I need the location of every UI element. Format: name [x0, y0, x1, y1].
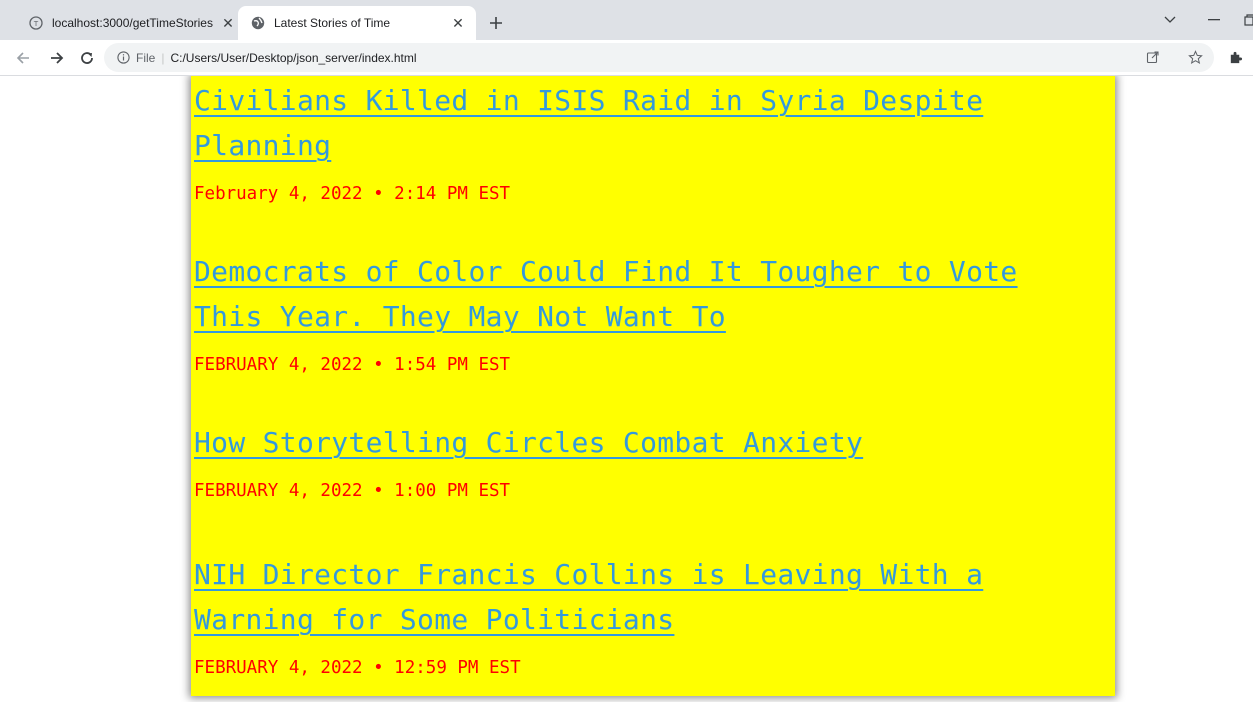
- story-title-link[interactable]: How Storytelling Circles Combat Anxiety: [194, 420, 1074, 465]
- globe-icon: [250, 15, 266, 31]
- info-icon[interactable]: [116, 51, 130, 65]
- chevron-down-icon: [1164, 16, 1176, 23]
- story-title-line: How Storytelling Circles Combat Anxiety: [194, 426, 864, 459]
- forward-button[interactable]: [46, 47, 68, 69]
- restore-icon: [1244, 14, 1253, 26]
- time-favicon-icon: T: [28, 15, 44, 31]
- address-bar[interactable]: File | C:/Users/User/Desktop/json_server…: [104, 43, 1214, 72]
- story-title-link[interactable]: Civilians Killed in ISIS Raid in Syria D…: [194, 78, 1074, 168]
- close-tab-icon[interactable]: ✕: [218, 13, 238, 33]
- story-item: NIH Director Francis Collins is Leaving …: [194, 552, 1074, 679]
- tab-latest-stories[interactable]: Latest Stories of Time ✕: [238, 6, 476, 40]
- story-title-link[interactable]: Democrats of Color Could Find It Tougher…: [194, 249, 1074, 339]
- arrow-left-icon: [16, 52, 29, 64]
- story-date: FEBRUARY 4, 2022 • 1:54 PM EST: [194, 355, 511, 375]
- story-title-line: Democrats of Color Could Find It Tougher…: [194, 255, 1018, 288]
- story-title-line: Planning: [194, 129, 332, 162]
- close-tab-icon[interactable]: ✕: [448, 13, 468, 33]
- story-title-link[interactable]: NIH Director Francis Collins is Leaving …: [194, 552, 1074, 642]
- restore-button[interactable]: [1238, 8, 1253, 32]
- browser-toolbar: File | C:/Users/User/Desktop/json_server…: [0, 40, 1253, 76]
- divider: |: [161, 50, 165, 65]
- story-date: FEBRUARY 4, 2022 • 1:00 PM EST: [194, 481, 511, 501]
- story-title-line: This Year. They May Not Want To: [194, 300, 726, 333]
- svg-text:T: T: [33, 20, 39, 28]
- plus-icon: [490, 17, 502, 29]
- story-title-line: Civilians Killed in ISIS Raid in Syria D…: [194, 84, 984, 117]
- story-title-line: NIH Director Francis Collins is Leaving …: [194, 558, 984, 591]
- story-date: FEBRUARY 4, 2022 • 12:59 PM EST: [194, 658, 521, 678]
- tab-title: localhost:3000/getTimeStories: [52, 16, 213, 30]
- arrow-right-icon: [51, 52, 64, 64]
- stories-list: Civilians Killed in ISIS Raid in Syria D…: [191, 76, 1115, 696]
- minimize-button[interactable]: [1202, 8, 1226, 32]
- extensions-puzzle-icon[interactable]: [1226, 48, 1244, 66]
- minimize-icon: [1208, 19, 1220, 21]
- bookmark-star-icon[interactable]: [1186, 48, 1204, 66]
- tab-get-time-stories[interactable]: T localhost:3000/getTimeStories ✕: [16, 6, 246, 40]
- story-title-line: Warning for Some Politicians: [194, 603, 675, 636]
- story-item: How Storytelling Circles Combat Anxiety …: [194, 420, 1074, 502]
- story-item: Democrats of Color Could Find It Tougher…: [194, 249, 1074, 376]
- story-date: February 4, 2022 • 2:14 PM EST: [194, 184, 511, 204]
- reload-icon: [81, 52, 93, 64]
- tab-search-button[interactable]: [1158, 8, 1182, 32]
- reload-button[interactable]: [76, 47, 98, 69]
- tab-strip: T localhost:3000/getTimeStories ✕ Latest…: [0, 0, 1253, 40]
- story-item: Civilians Killed in ISIS Raid in Syria D…: [194, 78, 1074, 205]
- share-icon[interactable]: [1144, 48, 1162, 66]
- tab-title: Latest Stories of Time: [274, 16, 391, 30]
- url-text: C:/Users/User/Desktop/json_server/index.…: [170, 50, 417, 65]
- page-viewport[interactable]: Civilians Killed in ISIS Raid in Syria D…: [0, 76, 1253, 702]
- scheme-label: File: [136, 50, 156, 65]
- back-button[interactable]: [12, 47, 34, 69]
- new-tab-button[interactable]: [484, 11, 508, 35]
